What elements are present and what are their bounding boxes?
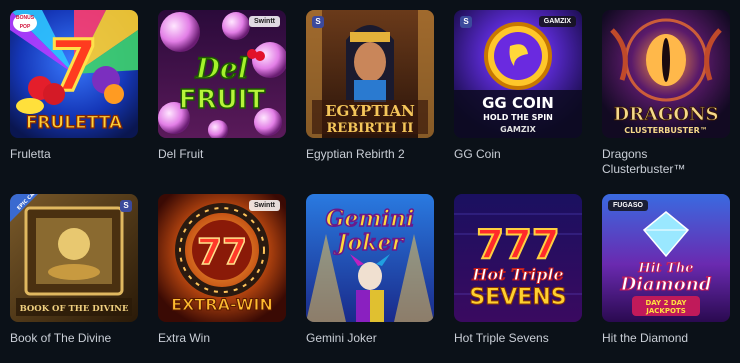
game-title[interactable]: Egyptian Rebirth 2	[306, 147, 434, 162]
sevens-logo-text: SEVENS	[469, 285, 566, 310]
extra-win-logo-text: EXTRA-WIN	[171, 295, 273, 314]
dragons-artwork: DRAGONS CLUSTERBUSTER™	[602, 10, 730, 138]
game-thumbnail[interactable]: 7 FRULETTA BONUS POP	[10, 10, 138, 138]
game-card-egyptian-rebirth-2[interactable]: EGYPTIAN REBIRTH II S Egyptian Rebirth 2	[306, 10, 434, 162]
game-thumbnail[interactable]: Del FRUIT Swintt	[158, 10, 286, 138]
game-thumbnail[interactable]: GG COIN HOLD THE SPIN GAMZIX S GAMZIX	[454, 10, 582, 138]
game-card-gemini-joker[interactable]: Gemini Joker Gemini Joker	[306, 194, 434, 346]
provider-icon: S	[120, 200, 132, 212]
game-card-hot-triple-sevens[interactable]: 777 Hot Triple SEVENS Hot Triple Sevens	[454, 194, 582, 346]
game-title[interactable]: Extra Win	[158, 331, 286, 346]
extra-win-sevens: 77	[197, 232, 247, 273]
dragons-logo-text-2: CLUSTERBUSTER™	[624, 126, 707, 135]
provider-icon: S	[312, 16, 324, 28]
fruletta-logo-text: FRULETTA	[26, 113, 123, 133]
hit-the-diamond-artwork: Hit The Diamond DAY 2 DAY JACKPOTS	[602, 194, 730, 322]
egyptian-rebirth-artwork: EGYPTIAN REBIRTH II	[306, 10, 434, 138]
bonus-pop-badge: BONUS POP	[13, 14, 37, 32]
del-fruit-logo-text-2: FRUIT	[179, 85, 266, 115]
provider-icon: S	[460, 16, 472, 28]
game-thumbnail[interactable]: 77 EXTRA-WIN Swintt	[158, 194, 286, 322]
game-thumbnail[interactable]: DRAGONS CLUSTERBUSTER™	[602, 10, 730, 138]
game-grid: 7 FRULETTA BONUS POP Fruletta Del FRUIT …	[10, 10, 740, 363]
game-title[interactable]: Del Fruit	[158, 147, 286, 162]
egyptian-logo-text-1: EGYPTIAN	[325, 102, 415, 120]
extra-win-artwork: 77 EXTRA-WIN	[158, 194, 286, 322]
triple-sevens-digits: 777	[476, 222, 560, 268]
provider-badge: FUGASO	[608, 200, 648, 211]
provider-badge: Swintt	[249, 16, 280, 27]
gemini-joker-artwork: Gemini Joker	[306, 194, 434, 322]
book-divine-logo-text: BOOK OF THE DIVINE	[20, 304, 129, 314]
gg-coin-artwork: GG COIN HOLD THE SPIN GAMZIX	[454, 10, 582, 138]
game-thumbnail[interactable]: BOOK OF THE DIVINE EPIC CASE S	[10, 194, 138, 322]
game-thumbnail[interactable]: Hit The Diamond DAY 2 DAY JACKPOTS FUGAS…	[602, 194, 730, 322]
game-title[interactable]: Fruletta	[10, 147, 138, 162]
game-thumbnail[interactable]: 777 Hot Triple SEVENS	[454, 194, 582, 322]
game-card-del-fruit[interactable]: Del FRUIT Swintt Del Fruit	[158, 10, 286, 162]
game-title[interactable]: Book of The Divine	[10, 331, 138, 346]
game-card-extra-win[interactable]: 77 EXTRA-WIN Swintt Extra Win	[158, 194, 286, 346]
hot-triple-logo-text: Hot Triple	[471, 265, 563, 284]
game-title[interactable]: Hot Triple Sevens	[454, 331, 582, 346]
day-2-day-text: DAY 2 DAY	[646, 299, 688, 307]
gemini-logo-text-2: Joker	[333, 230, 404, 256]
game-title[interactable]: Gemini Joker	[306, 331, 434, 346]
gg-coin-logo-text: GG COIN	[482, 94, 554, 112]
game-thumbnail[interactable]: Gemini Joker	[306, 194, 434, 322]
game-thumbnail[interactable]: EGYPTIAN REBIRTH II S	[306, 10, 434, 138]
hot-triple-sevens-artwork: 777 Hot Triple SEVENS	[454, 194, 582, 322]
provider-badge: Swintt	[249, 200, 280, 211]
game-title[interactable]: GG Coin	[454, 147, 582, 162]
book-divine-artwork: BOOK OF THE DIVINE EPIC CASE	[10, 194, 138, 322]
egyptian-logo-text-2: REBIRTH II	[326, 121, 413, 136]
del-fruit-logo-text-1: Del	[195, 52, 249, 85]
del-fruit-artwork: Del FRUIT	[158, 10, 286, 138]
game-card-fruletta[interactable]: 7 FRULETTA BONUS POP Fruletta	[10, 10, 138, 162]
jackpots-text: JACKPOTS	[645, 307, 685, 315]
game-title[interactable]: Dragons Clusterbuster™	[602, 147, 730, 177]
gamzix-art-text: GAMZIX	[500, 125, 536, 134]
game-card-hit-the-diamond[interactable]: Hit The Diamond DAY 2 DAY JACKPOTS FUGAS…	[602, 194, 730, 346]
gg-coin-tagline: HOLD THE SPIN	[483, 113, 553, 122]
gemini-logo-text-1: Gemini	[326, 206, 415, 232]
game-card-book-of-the-divine[interactable]: BOOK OF THE DIVINE EPIC CASE S Book of T…	[10, 194, 138, 346]
game-card-gg-coin[interactable]: GG COIN HOLD THE SPIN GAMZIX S GAMZIX GG…	[454, 10, 582, 162]
game-card-dragons-clusterbuster[interactable]: DRAGONS CLUSTERBUSTER™ Dragons Clusterbu…	[602, 10, 730, 177]
provider-badge: GAMZIX	[538, 16, 576, 27]
dragons-logo-text-1: DRAGONS	[613, 104, 718, 125]
diamond-logo-text: Diamond	[620, 274, 712, 295]
game-title[interactable]: Hit the Diamond	[602, 331, 730, 346]
